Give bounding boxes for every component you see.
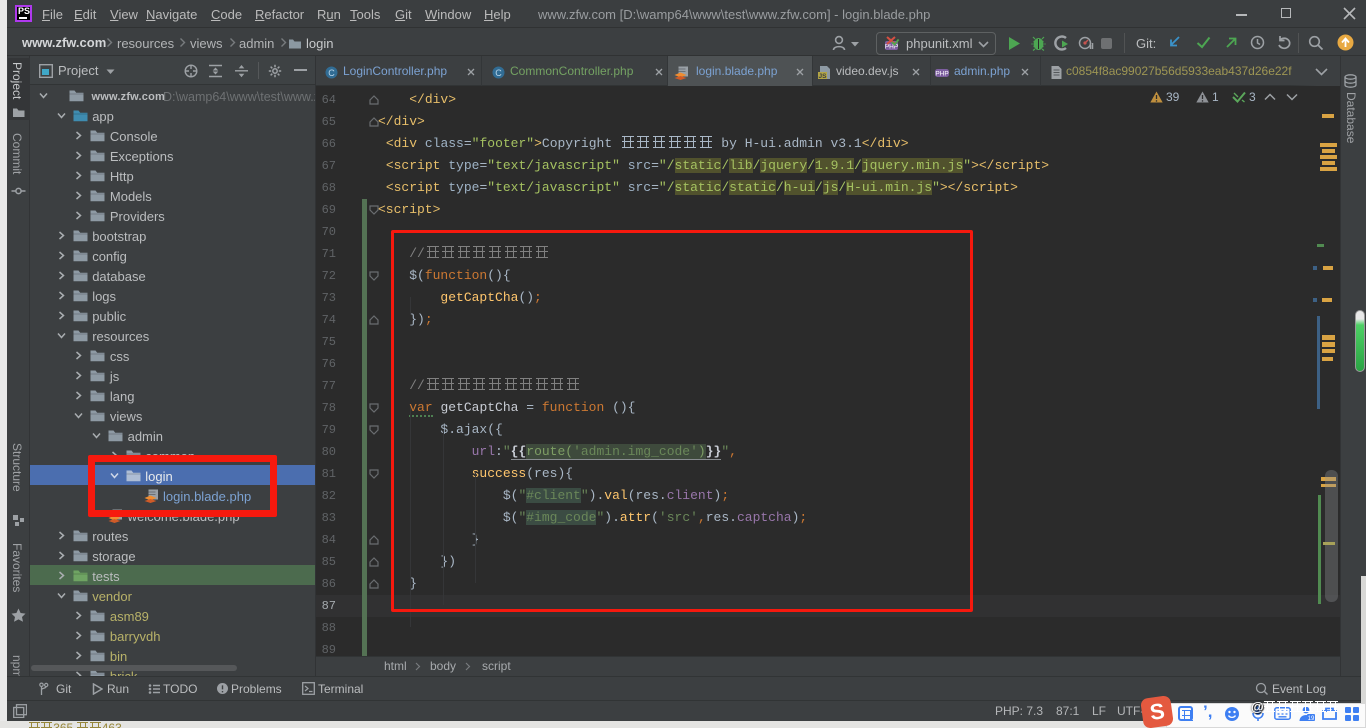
svg-text:JS: JS — [819, 73, 828, 80]
svg-text:C: C — [495, 68, 502, 78]
svg-text:C: C — [328, 68, 335, 78]
svg-text:PHP: PHP — [885, 44, 898, 51]
svg-text:PHP: PHP — [935, 71, 948, 78]
svg-text:19: 19 — [1308, 716, 1315, 722]
